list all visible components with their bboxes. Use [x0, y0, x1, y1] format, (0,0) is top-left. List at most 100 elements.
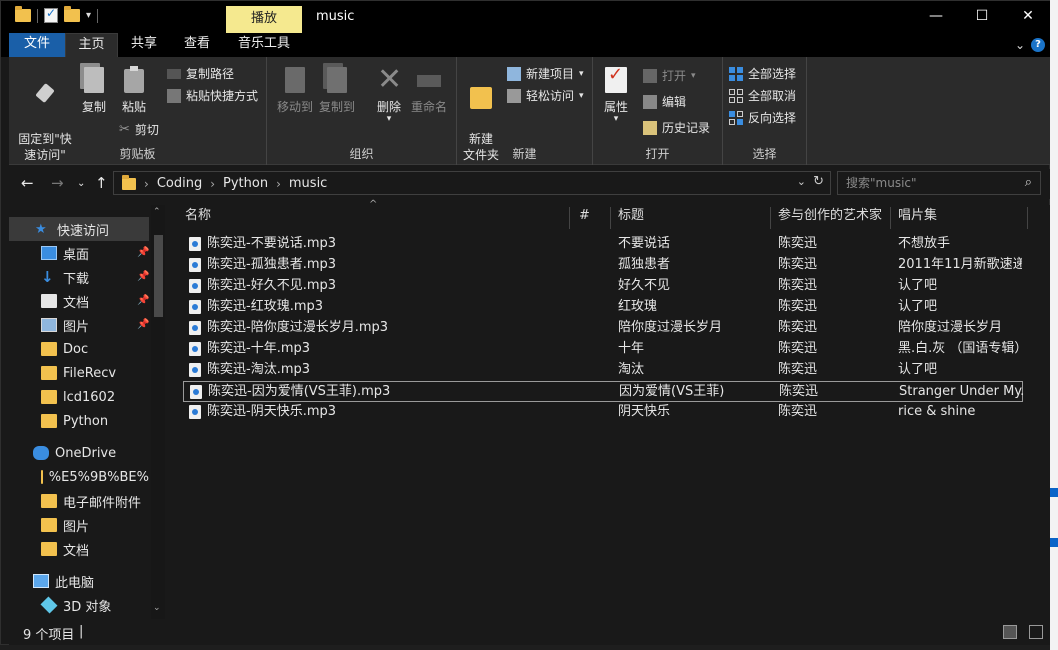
breadcrumb-coding[interactable]: Coding	[157, 176, 202, 191]
paste-button[interactable]: 粘贴	[117, 65, 151, 115]
column-header-title[interactable]: 标题	[618, 205, 768, 227]
file-name: 陈奕迅-十年.mp3	[207, 341, 311, 356]
breadcrumb-python[interactable]: Python	[223, 176, 268, 191]
column-divider[interactable]	[610, 207, 611, 229]
details-view-icon[interactable]	[1003, 625, 1017, 639]
table-row[interactable]: 陈奕迅-淘汰.mp3 淘汰 陈奕迅 认了吧	[183, 360, 1023, 381]
chevron-down-icon[interactable]: ⌄	[153, 603, 161, 613]
paste-shortcut-button[interactable]: 粘贴快捷方式	[167, 87, 258, 104]
forward-button[interactable]: →	[51, 174, 64, 192]
table-row[interactable]: 陈奕迅-阴天快乐.mp3 阴天快乐 陈奕迅 rice & shine	[183, 402, 1023, 423]
song-title: 陪你度过漫长岁月	[618, 320, 723, 335]
tab-music-tools[interactable]: 音乐工具	[229, 33, 299, 57]
nav-onedrive[interactable]: OneDrive	[9, 441, 149, 465]
nav-scrollbar[interactable]: ⌃ ⌄	[151, 205, 165, 619]
tab-home[interactable]: 主页	[65, 33, 118, 57]
up-button[interactable]: ↑	[95, 174, 108, 192]
properties-button[interactable]: 属性 ▾	[599, 65, 633, 124]
nav-item-filerecv[interactable]: FileRecv	[9, 361, 149, 385]
nav-item-onedrive-folder[interactable]: %E5%9B%BE%	[9, 465, 149, 489]
search-box[interactable]: ⌕	[837, 171, 1041, 195]
cloud-icon	[33, 446, 49, 460]
column-header-artist[interactable]: 参与创作的艺术家	[778, 205, 888, 227]
copy-path-button[interactable]: 复制路径	[167, 65, 234, 82]
delete-button[interactable]: ✕ 删除 ▾	[371, 65, 407, 124]
properties-icon[interactable]	[44, 6, 58, 23]
nav-this-pc[interactable]: 此电脑	[9, 569, 149, 593]
nav-item-pictures[interactable]: 图片 📌	[9, 313, 149, 337]
column-divider[interactable]	[1027, 207, 1028, 229]
chevron-down-icon[interactable]: ⌄	[797, 175, 806, 188]
ribbon-collapse-icon[interactable]: ⌄	[1015, 38, 1025, 52]
invert-selection-button[interactable]: 反向选择	[729, 109, 796, 126]
maximize-button[interactable]: ☐	[959, 1, 1005, 33]
chevron-up-icon[interactable]: ⌃	[153, 207, 161, 217]
select-all-button[interactable]: 全部选择	[729, 65, 796, 82]
select-none-button[interactable]: 全部取消	[729, 87, 796, 104]
select-none-icon	[729, 88, 743, 103]
new-item-button[interactable]: 新建项目 ▾	[507, 65, 584, 82]
column-divider[interactable]	[770, 207, 771, 229]
nav-label: %E5%9B%BE%	[48, 469, 149, 485]
tab-file[interactable]: 文件	[9, 33, 65, 57]
nav-item-onedrive-documents[interactable]: 文档	[9, 537, 149, 561]
table-row[interactable]: 陈奕迅-十年.mp3 十年 陈奕迅 黑.白.灰 （国语专辑）	[183, 339, 1023, 360]
refresh-icon[interactable]: ↻	[813, 174, 824, 189]
table-row[interactable]: 陈奕迅-不要说话.mp3 不要说话 陈奕迅 不想放手	[183, 234, 1023, 255]
table-row[interactable]: 陈奕迅-红玫瑰.mp3 红玫瑰 陈奕迅 认了吧	[183, 297, 1023, 318]
close-button[interactable]: ✕	[1005, 1, 1051, 33]
nav-item-desktop[interactable]: 桌面 📌	[9, 241, 149, 265]
nav-item-email-attachments[interactable]: 电子邮件附件	[9, 489, 149, 513]
chevron-down-icon[interactable]: ▾	[86, 10, 91, 21]
nav-item-3d-objects[interactable]: 3D 对象	[9, 593, 149, 617]
artist: 陈奕迅	[778, 236, 818, 251]
open-button[interactable]: 打开 ▾	[643, 67, 696, 84]
search-input[interactable]	[846, 175, 1016, 191]
rename-button[interactable]: 重命名	[409, 65, 449, 115]
help-icon[interactable]: ?	[1031, 38, 1045, 52]
table-row[interactable]: 陈奕迅-好久不见.mp3 好久不见 陈奕迅 认了吧	[183, 276, 1023, 297]
move-to-button[interactable]: 移动到	[275, 65, 315, 115]
history-button[interactable]: 历史记录	[643, 119, 710, 136]
nav-label: 3D 对象	[63, 599, 112, 615]
nav-item-python[interactable]: Python	[9, 409, 149, 433]
select-all-label: 全部选择	[748, 67, 797, 81]
table-row[interactable]: 陈奕迅-因为爱情(VS王菲).mp3 因为爱情(VS王菲) 陈奕迅 Stranger …	[183, 381, 1023, 402]
column-header-number[interactable]: #	[579, 205, 607, 227]
nav-quick-access[interactable]: ★ 快速访问	[9, 217, 149, 241]
column-divider[interactable]	[890, 207, 891, 229]
tab-share[interactable]: 共享	[119, 33, 169, 57]
large-icons-view-icon[interactable]	[1029, 625, 1043, 639]
nav-item-doc[interactable]: Doc	[9, 337, 149, 361]
group-label-select: 选择	[752, 147, 777, 161]
nav-item-downloads[interactable]: ↓ 下载 📌	[9, 265, 149, 289]
recent-locations-icon[interactable]: ⌄	[77, 178, 85, 189]
copy-button[interactable]: 复制	[77, 63, 111, 115]
new-folder-icon[interactable]	[64, 6, 80, 22]
column-divider[interactable]	[569, 207, 570, 229]
column-header-name[interactable]: 名称	[185, 205, 565, 227]
nav-label: Doc	[63, 341, 89, 357]
audio-file-icon	[189, 237, 201, 251]
nav-item-onedrive-pictures[interactable]: 图片	[9, 513, 149, 537]
table-row[interactable]: 陈奕迅-陪你度过漫长岁月.mp3 陪你度过漫长岁月 陈奕迅 陪你度过漫长岁月	[183, 318, 1023, 339]
pin-icon: 📌	[137, 271, 150, 282]
context-tab-play[interactable]: 播放	[226, 6, 302, 33]
scrollbar-thumb[interactable]	[154, 235, 163, 317]
minimize-button[interactable]: —	[913, 1, 959, 33]
table-row[interactable]: 陈奕迅-孤独患者.mp3 孤独患者 陈奕迅 2011年11月新歌速递	[183, 255, 1023, 276]
nav-item-documents[interactable]: 文档 📌	[9, 289, 149, 313]
breadcrumb-music[interactable]: music	[289, 176, 327, 191]
copy-to-button[interactable]: 复制到	[317, 63, 357, 115]
address-bar[interactable]: › Coding › Python › music ⌄ ↻	[113, 171, 831, 195]
nav-item-lcd1602[interactable]: lcd1602	[9, 385, 149, 409]
cut-button[interactable]: ✂ 剪切	[119, 121, 159, 138]
tab-view[interactable]: 查看	[171, 33, 223, 57]
invert-selection-icon	[729, 110, 743, 125]
easy-access-button[interactable]: 轻松访问 ▾	[507, 87, 584, 104]
column-header-album[interactable]: 唱片集	[898, 205, 1018, 227]
back-button[interactable]: ←	[21, 174, 34, 192]
copy-path-icon	[167, 68, 181, 79]
edit-button[interactable]: 编辑	[643, 93, 686, 110]
file-name: 陈奕迅-红玫瑰.mp3	[207, 299, 324, 314]
